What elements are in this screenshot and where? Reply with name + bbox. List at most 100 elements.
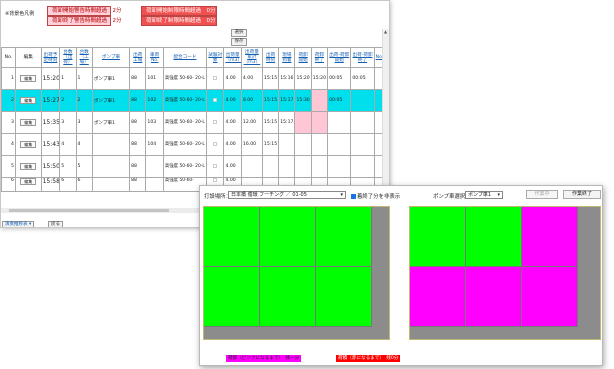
vertical-scrollbar[interactable]: ▲ — [382, 29, 389, 211]
cell-no: 3 — [1, 111, 16, 134]
test-target-checkbox[interactable] — [213, 75, 218, 80]
table-row[interactable]: 1 編集 15:20 1 1 ポンプ車1 88 101 高強度 50-60- 20-L 4.00 4… — [1, 67, 384, 90]
edit-button[interactable]: 編集 — [20, 119, 37, 126]
in-progress-button[interactable]: 作業中 — [526, 190, 558, 199]
col-header-no: No. — [1, 47, 16, 68]
legend-item-end-warning: 荷卸終了警告時間超過 2分 — [47, 16, 122, 26]
cell-volume: 4.00 — [223, 67, 242, 90]
col-header-pump[interactable]: ポンプ車 — [91, 47, 131, 68]
pit-cell[interactable] — [260, 207, 316, 267]
pit-cell[interactable] — [466, 207, 522, 267]
col-header-plant[interactable]: 出荷工場 — [129, 47, 147, 68]
legend-item-end-limit: 荷卸終了制限時間超過 0分 — [141, 16, 217, 26]
col-header-scheduled-time[interactable]: 出荷予定時刻 — [40, 47, 61, 68]
cell-vehicle: 103 — [145, 111, 164, 134]
cell-unload-start — [294, 133, 312, 156]
cell-arrival: 15:17 — [278, 111, 296, 134]
cell-diff-start — [327, 155, 352, 178]
test-target-checkbox[interactable] — [213, 119, 218, 124]
save-button[interactable]: 保存 — [231, 38, 247, 46]
cell-unload-end — [310, 89, 329, 112]
col-header-count-ship[interactable]: 台数（出荷） — [59, 47, 77, 68]
schedule-table: No. 編集 出荷予定時刻 台数（出荷） 台数（工場） ポンプ車 出荷工場 車両… — [1, 47, 384, 192]
col-header-cumulative[interactable]: 出荷量累計（m3） — [240, 47, 263, 68]
table-row[interactable]: 4 編集 15:43 4 4 88 104 高強度 50-60- 20-L 4.00 16.00 1… — [1, 133, 384, 156]
cell-unload-start: 15:30 — [294, 89, 312, 112]
cell-diff-end: 00:05 — [350, 67, 375, 90]
location-select[interactable]: 日本橋 循環 フーチング ／ 01-05 ▾ — [228, 191, 346, 199]
cell-scheduled-time: 15:43 — [40, 133, 61, 156]
cell-test — [205, 155, 225, 178]
cell-vehicle: 102 — [145, 89, 164, 112]
pump-select[interactable]: ポンプ車1 ▾ — [465, 191, 503, 199]
test-target-checkbox[interactable] — [213, 178, 218, 182]
cell-count-ship: 1 — [59, 67, 77, 90]
cell-scheduled-time: 15:27 — [40, 89, 61, 112]
cell-edit: 編集 — [14, 67, 42, 90]
cell-test — [205, 133, 225, 156]
test-target-checkbox[interactable] — [213, 97, 218, 102]
pit-cell-unloading[interactable] — [410, 267, 466, 327]
cell-pump — [91, 177, 131, 192]
edit-button[interactable]: 編集 — [20, 97, 37, 104]
cell-diff-start — [327, 111, 352, 134]
transition-table-button[interactable]: 演奏推移表 ▾ — [2, 221, 35, 227]
pit-cell-unloading[interactable] — [522, 267, 578, 327]
cell-arrival — [278, 155, 296, 178]
pit-cell-unloading[interactable] — [522, 207, 578, 267]
pit-cell[interactable] — [260, 267, 316, 327]
cell-diff-end — [350, 111, 375, 134]
hide-done-toggle[interactable]: 着終了分を非表示 — [351, 192, 400, 200]
cell-pump: ポンプ車1 — [91, 111, 131, 134]
cell-cumulative — [240, 155, 263, 178]
col-header-ship-time[interactable]: 出荷時刻 — [261, 47, 280, 68]
cell-no: 1 — [1, 67, 16, 90]
pit-cell[interactable] — [410, 207, 466, 267]
table-row[interactable]: 2 編集 15:27 2 2 ポンプ車1 88 102 高強度 50-60- 20-L 4.00 8… — [1, 89, 384, 112]
col-header-count-plant[interactable]: 台数（工場） — [75, 47, 93, 68]
scrollbar-thumb[interactable] — [9, 209, 169, 212]
cell-diff-start: 00:05 — [327, 89, 352, 112]
test-target-checkbox[interactable] — [213, 163, 218, 168]
cell-test — [205, 89, 225, 112]
table-header-row: No. 編集 出荷予定時刻 台数（出荷） 台数（工場） ポンプ車 出荷工場 車両… — [1, 47, 384, 68]
col-header-vehicle[interactable]: 車両No. — [145, 47, 164, 68]
cell-edit: 編集 — [14, 111, 42, 134]
cell-scheduled-time: 15:50 — [40, 155, 61, 178]
cell-no: 6 — [1, 177, 16, 192]
checkbox-checked-icon[interactable] — [351, 194, 356, 199]
back-button[interactable]: 戻る — [48, 221, 63, 227]
pit-cell-unloading[interactable] — [466, 267, 522, 327]
cell-pump — [91, 155, 131, 178]
pit-cell[interactable] — [204, 207, 260, 267]
select-button[interactable]: 選択 — [231, 29, 247, 37]
edit-button[interactable]: 編集 — [20, 75, 37, 82]
cell-scheduled-time: 15:20 — [40, 67, 61, 90]
test-target-checkbox[interactable] — [213, 141, 218, 146]
cell-ship-time — [261, 155, 280, 178]
scroll-up-icon[interactable]: ▲ — [384, 29, 387, 34]
pit-cell[interactable] — [316, 207, 372, 267]
cell-edit: 編集 — [14, 89, 42, 112]
table-row[interactable]: 5 編集 15:50 5 5 88 高強度 50-60- 20-L 4.00 — [1, 155, 384, 178]
cell-arrival — [278, 133, 296, 156]
edit-button[interactable]: 編集 — [20, 178, 37, 185]
col-header-diff-start[interactable]: 出荷-荷卸開始 — [327, 47, 352, 68]
col-header-diff-end[interactable]: 出荷-荷卸終了 — [350, 47, 375, 68]
col-header-volume[interactable]: 出荷量（m3） — [223, 47, 242, 68]
edit-button[interactable]: 編集 — [20, 141, 37, 148]
col-header-mix-code[interactable]: 配合コード — [162, 47, 207, 68]
cell-unload-end — [310, 133, 329, 156]
edit-button[interactable]: 編集 — [20, 163, 37, 170]
cell-mix-code: 高強度 50-60- 20-L — [162, 111, 207, 134]
col-header-test[interactable]: 試験対象 — [205, 47, 225, 68]
table-row[interactable]: 3 編集 15:35 3 3 ポンプ車1 88 103 高強度 50-60- 20-L 4.00 1… — [1, 111, 384, 134]
finish-work-button[interactable]: 作業終了 — [563, 190, 601, 199]
col-header-arrival[interactable]: 現場到着 — [278, 47, 296, 68]
cell-count-ship: 4 — [59, 133, 77, 156]
pit-cell[interactable] — [316, 267, 372, 327]
pit-cell[interactable] — [204, 267, 260, 327]
cell-diff-end — [350, 133, 375, 156]
col-header-unload-end[interactable]: 荷卸終了 — [310, 47, 329, 68]
col-header-unload-start[interactable]: 荷卸開始 — [294, 47, 312, 68]
